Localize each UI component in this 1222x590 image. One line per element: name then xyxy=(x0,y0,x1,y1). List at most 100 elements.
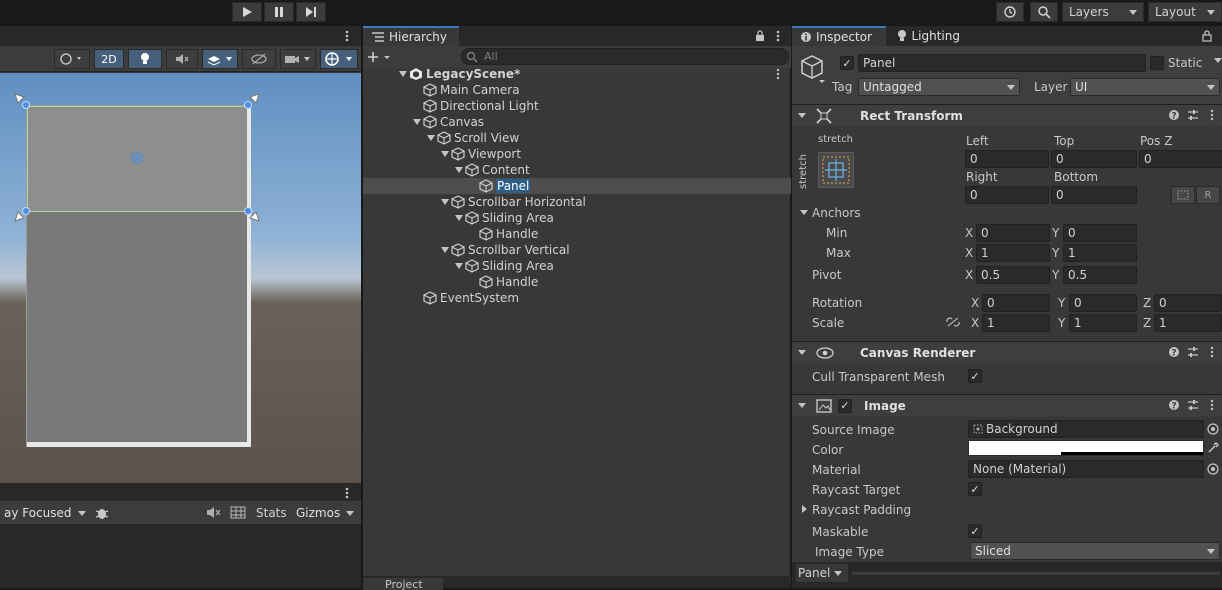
lighting-toggle-button[interactable] xyxy=(128,49,162,69)
raycast-target-checkbox[interactable]: ✓ xyxy=(968,482,982,496)
scale-z-input[interactable]: 1 xyxy=(1154,314,1222,332)
layer-dropdown[interactable]: UI xyxy=(1070,78,1220,96)
scale-x-input[interactable]: 1 xyxy=(982,314,1050,332)
anchor-bottom-left-icon[interactable] xyxy=(14,210,26,222)
pivot-handle-icon[interactable] xyxy=(130,151,144,165)
hierarchy-item[interactable]: Sliding Area xyxy=(363,210,791,226)
help-icon[interactable]: ? xyxy=(1168,346,1180,358)
expand-arrow-icon[interactable] xyxy=(453,212,465,224)
stats-button[interactable]: Stats xyxy=(256,506,287,520)
more-options-icon[interactable] xyxy=(342,30,352,42)
tab-lighting[interactable]: Lighting xyxy=(888,26,968,46)
image-type-dropdown[interactable]: Sliced xyxy=(970,542,1220,560)
hierarchy-item[interactable]: Directional Light xyxy=(363,98,791,114)
constrain-proportions-icon[interactable] xyxy=(946,316,960,328)
object-picker-icon[interactable] xyxy=(1207,463,1219,475)
anchors-foldout-icon[interactable] xyxy=(800,210,808,215)
expand-arrow-icon[interactable] xyxy=(439,244,451,256)
tab-project[interactable]: Project xyxy=(363,578,443,590)
rotation-y-input[interactable]: 0 xyxy=(1069,294,1137,312)
help-icon[interactable]: ? xyxy=(1168,109,1180,121)
effects-dropdown[interactable] xyxy=(202,49,238,69)
camera-dropdown[interactable] xyxy=(280,49,316,69)
pause-button[interactable] xyxy=(264,2,294,22)
hierarchy-item[interactable]: Panel xyxy=(363,178,791,194)
hierarchy-item[interactable]: Viewport xyxy=(363,146,791,162)
blueprint-mode-button[interactable] xyxy=(1171,186,1195,204)
image-enabled-checkbox[interactable]: ✓ xyxy=(838,398,852,413)
more-options-icon[interactable] xyxy=(342,487,352,499)
hierarchy-item[interactable]: Scrollbar Horizontal xyxy=(363,194,791,210)
object-name-input[interactable]: Panel xyxy=(858,54,1146,72)
more-options-icon[interactable] xyxy=(775,68,781,80)
2d-toggle-button[interactable]: 2D xyxy=(94,49,124,69)
pivot-x-input[interactable]: 0.5 xyxy=(976,266,1050,284)
static-checkbox[interactable] xyxy=(1150,56,1164,70)
material-field[interactable]: None (Material) xyxy=(968,460,1204,478)
more-options-icon[interactable] xyxy=(1209,109,1215,121)
step-button[interactable] xyxy=(296,2,326,22)
image-component-header[interactable]: ✓ Image xyxy=(792,394,1222,416)
expand-arrow-icon[interactable] xyxy=(453,260,465,272)
help-icon[interactable]: ? xyxy=(1168,399,1180,411)
tab-hierarchy[interactable]: Hierarchy xyxy=(363,26,459,46)
maskable-checkbox[interactable]: ✓ xyxy=(968,524,982,538)
preset-sliders-icon[interactable] xyxy=(1187,109,1199,121)
search-button[interactable] xyxy=(1030,2,1058,22)
expand-arrow-icon[interactable] xyxy=(397,68,409,80)
raw-edit-button[interactable]: R xyxy=(1196,186,1220,204)
hierarchy-item[interactable]: Handle xyxy=(363,274,791,290)
rotation-z-input[interactable]: 0 xyxy=(1154,294,1222,312)
preset-sliders-icon[interactable] xyxy=(1187,346,1199,358)
history-button[interactable] xyxy=(996,2,1024,22)
tag-dropdown[interactable]: Untagged xyxy=(858,78,1020,96)
active-checkbox[interactable]: ✓ xyxy=(840,56,854,70)
lock-icon[interactable] xyxy=(755,30,765,42)
play-button[interactable] xyxy=(232,2,262,22)
top-input[interactable]: 0 xyxy=(1051,150,1137,168)
left-input[interactable]: 0 xyxy=(965,150,1049,168)
create-dropdown-button[interactable] xyxy=(367,48,397,66)
source-image-field[interactable]: Background xyxy=(968,420,1204,438)
hidden-objects-toggle[interactable] xyxy=(242,49,276,69)
anchor-max-y-input[interactable]: 1 xyxy=(1063,244,1137,262)
gizmos-dropdown[interactable]: Gizmos xyxy=(292,504,358,522)
hierarchy-item[interactable]: Scrollbar Vertical xyxy=(363,242,791,258)
chevron-down-icon[interactable] xyxy=(1214,58,1222,63)
preview-dropdown[interactable]: Panel xyxy=(796,564,848,582)
anchor-bottom-right-icon[interactable] xyxy=(248,210,260,222)
anchor-top-right-icon[interactable] xyxy=(248,93,260,105)
hierarchy-item[interactable]: Sliding Area xyxy=(363,258,791,274)
hierarchy-item[interactable]: Scroll View xyxy=(363,130,791,146)
more-options-icon[interactable] xyxy=(1209,399,1215,411)
right-input[interactable]: 0 xyxy=(965,186,1049,204)
anchor-preset-button[interactable] xyxy=(818,152,854,188)
more-options-icon[interactable] xyxy=(1209,346,1215,358)
expand-arrow-icon[interactable] xyxy=(453,164,465,176)
anchor-top-left-icon[interactable] xyxy=(14,93,26,105)
hierarchy-item[interactable]: Content xyxy=(363,162,791,178)
layers-dropdown[interactable]: Layers xyxy=(1062,2,1144,22)
rect-transform-header[interactable]: Rect Transform xyxy=(792,104,1222,126)
raycast-padding-label[interactable]: Raycast Padding xyxy=(812,503,911,517)
preset-sliders-icon[interactable] xyxy=(1187,399,1199,411)
audio-muted-icon[interactable] xyxy=(206,506,222,520)
gameobject-icon[interactable] xyxy=(800,54,826,84)
anchor-min-x-input[interactable]: 0 xyxy=(976,224,1050,242)
anchor-max-x-input[interactable]: 1 xyxy=(976,244,1050,262)
lock-icon[interactable] xyxy=(1202,30,1212,42)
hierarchy-item[interactable]: EventSystem xyxy=(363,290,791,306)
scale-y-input[interactable]: 1 xyxy=(1069,314,1137,332)
audio-toggle-button[interactable] xyxy=(166,49,198,69)
expand-arrow-icon[interactable] xyxy=(439,148,451,160)
canvas-renderer-header[interactable]: Canvas Renderer xyxy=(792,341,1222,363)
expand-arrow-icon[interactable] xyxy=(411,116,423,128)
tab-inspector[interactable]: Inspector xyxy=(792,26,886,46)
expand-arrow-icon[interactable] xyxy=(425,132,437,144)
hierarchy-search-input[interactable]: All xyxy=(461,48,789,65)
scene-viewport[interactable] xyxy=(0,73,361,483)
eyedropper-icon[interactable] xyxy=(1207,442,1219,454)
cull-transparent-mesh-checkbox[interactable]: ✓ xyxy=(968,369,982,383)
hierarchy-item[interactable]: Canvas xyxy=(363,114,791,130)
more-options-icon[interactable] xyxy=(773,30,783,42)
